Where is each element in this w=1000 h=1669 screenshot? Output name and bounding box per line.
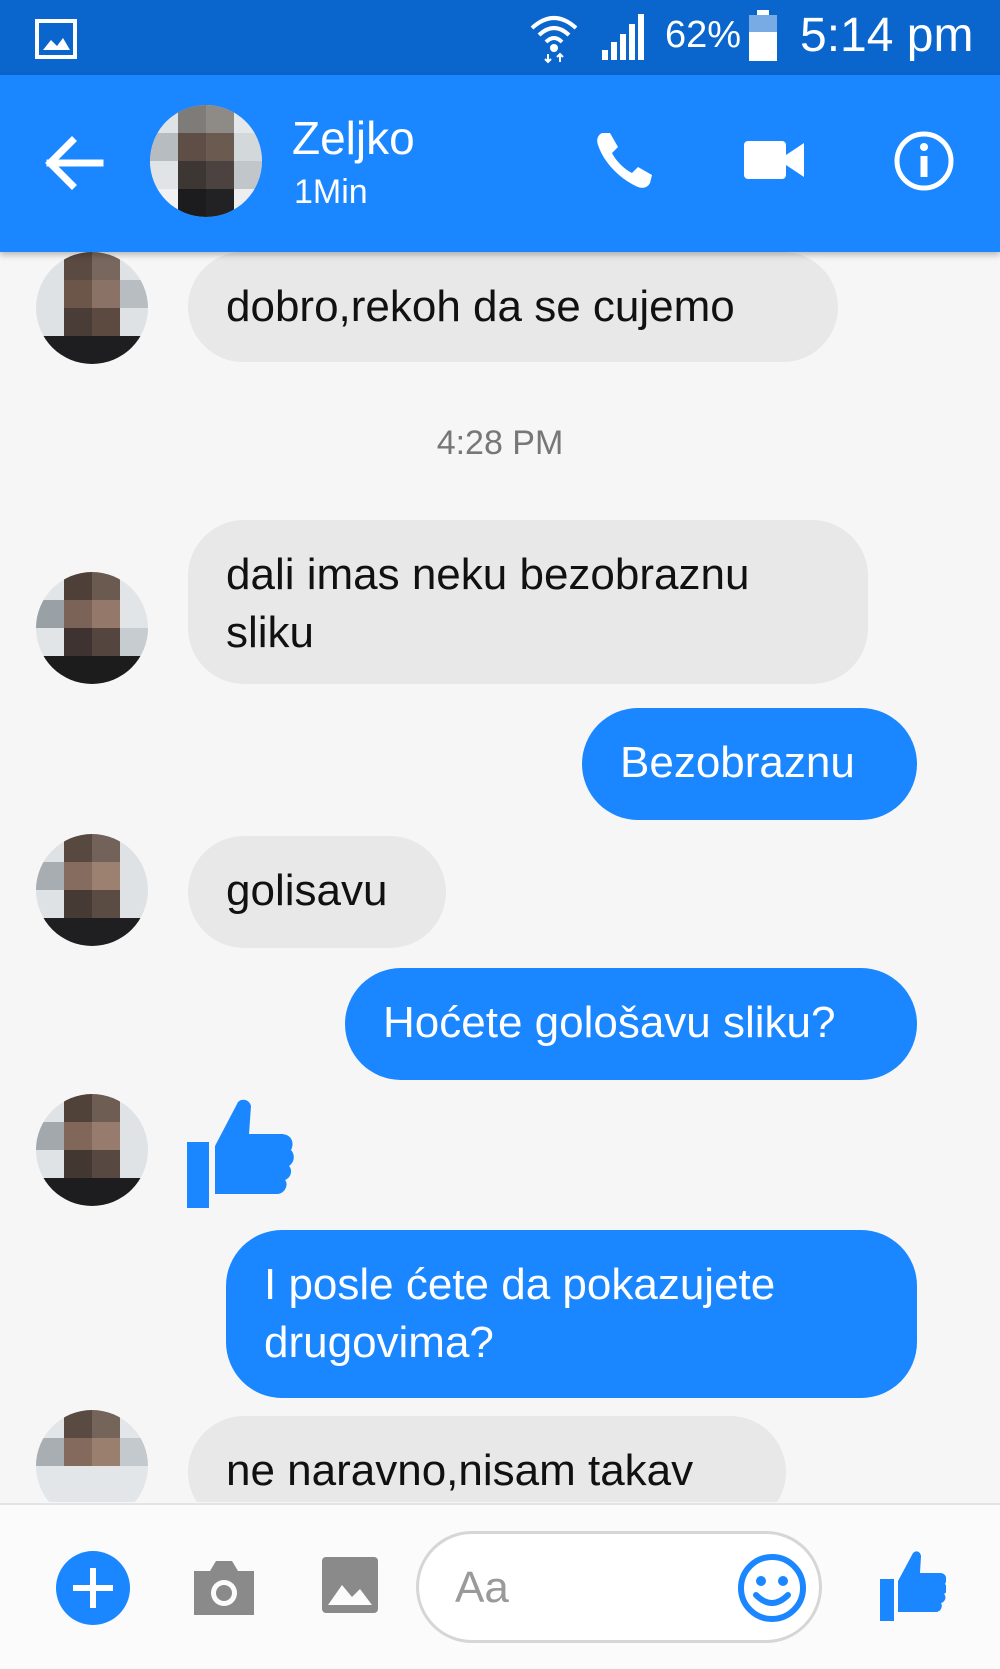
incoming-message-bubble[interactable]: golisavu xyxy=(188,836,446,948)
message-text: dobro,rekoh da se cujemo xyxy=(226,282,735,331)
wifi-icon xyxy=(530,16,578,64)
message-list[interactable]: dobro,rekoh da se cujemo 4:28 PM dali im… xyxy=(0,252,1000,1502)
contact-name[interactable]: Zeljko xyxy=(292,111,415,165)
battery-icon xyxy=(749,10,777,61)
add-icon[interactable] xyxy=(55,1550,131,1626)
contact-avatar-small[interactable] xyxy=(36,252,148,364)
message-composer xyxy=(0,1503,1000,1669)
outgoing-message-bubble[interactable]: I posle ćete da pokazujete drugovima? xyxy=(226,1230,917,1398)
message-text: Hoćete gološavu sliku? xyxy=(383,998,836,1047)
pixelated-photo xyxy=(36,252,148,364)
pixelated-photo xyxy=(36,572,148,684)
clock: 5:14 pm xyxy=(800,9,974,62)
conversation-header: Zeljko 1Min xyxy=(0,75,1000,252)
emoji-icon[interactable] xyxy=(737,1553,807,1623)
contact-avatar-small[interactable] xyxy=(36,572,148,684)
video-call-icon[interactable] xyxy=(742,133,806,187)
message-text: dali imas neku bezobraznu sliku xyxy=(226,550,750,657)
active-status: 1Min xyxy=(294,173,368,211)
message-text: I posle ćete da pokazujete drugovima? xyxy=(264,1260,776,1367)
incoming-message-bubble[interactable]: ne naravno,nisam takav xyxy=(188,1416,786,1502)
camera-icon[interactable] xyxy=(190,1557,258,1619)
gallery-notification-icon xyxy=(35,19,77,59)
message-text: Bezobraznu xyxy=(620,738,855,787)
message-timestamp: 4:28 PM xyxy=(436,424,564,462)
contact-avatar-small[interactable] xyxy=(36,1094,148,1206)
back-arrow-icon[interactable] xyxy=(42,133,106,193)
pixelated-photo xyxy=(36,1410,148,1502)
contact-avatar-small[interactable] xyxy=(36,834,148,946)
message-input-container[interactable] xyxy=(416,1531,822,1643)
battery-percentage: 62% xyxy=(665,14,742,56)
incoming-message-bubble[interactable]: dobro,rekoh da se cujemo xyxy=(188,252,838,362)
cell-signal-icon xyxy=(602,14,644,60)
status-bar: 62% 5:14 pm xyxy=(0,0,1000,75)
phone-call-icon[interactable] xyxy=(592,127,658,193)
pixelated-photo xyxy=(36,834,148,946)
pixelated-photo xyxy=(36,1094,148,1206)
info-icon[interactable] xyxy=(893,130,955,192)
image-gallery-icon[interactable] xyxy=(320,1555,380,1615)
incoming-message-bubble[interactable]: dali imas neku bezobraznu sliku xyxy=(188,520,868,684)
message-text: ne naravno,nisam takav xyxy=(226,1446,694,1495)
outgoing-message-bubble[interactable]: Bezobraznu xyxy=(582,708,917,820)
pixelated-photo xyxy=(150,105,262,217)
thumbs-up-send-icon[interactable] xyxy=(880,1549,946,1623)
message-input[interactable] xyxy=(453,1554,717,1622)
contact-avatar[interactable] xyxy=(150,105,262,217)
thumbs-up-icon[interactable] xyxy=(185,1096,295,1212)
outgoing-message-bubble[interactable]: Hoćete gološavu sliku? xyxy=(345,968,917,1080)
message-text: golisavu xyxy=(226,866,388,915)
contact-avatar-small[interactable] xyxy=(36,1410,148,1502)
